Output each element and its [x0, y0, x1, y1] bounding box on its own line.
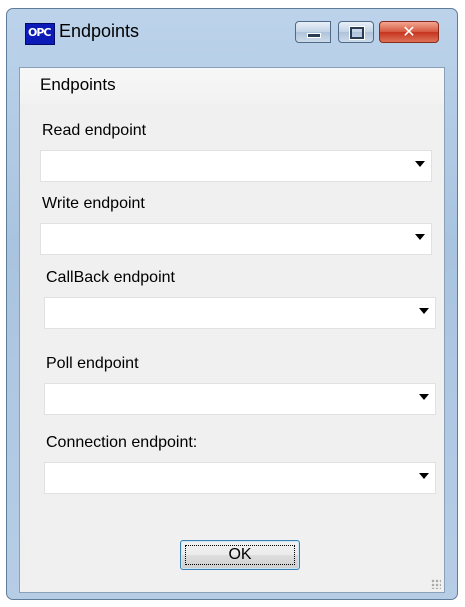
poll-endpoint-label: Poll endpoint: [46, 355, 139, 372]
read-endpoint-combobox[interactable]: [40, 150, 432, 182]
focus-rectangle: [185, 545, 295, 565]
read-endpoint-label: Read endpoint: [42, 122, 147, 139]
write-endpoint-label: Write endpoint: [42, 195, 145, 212]
callback-endpoint-combobox[interactable]: [44, 297, 436, 329]
close-button[interactable]: ✕: [379, 21, 439, 43]
chevron-down-icon[interactable]: [419, 308, 429, 314]
section-header: Endpoints: [20, 68, 444, 104]
title-bar[interactable]: OPC Endpoints ✕: [7, 9, 457, 67]
chevron-down-icon[interactable]: [419, 394, 429, 400]
callback-endpoint-label: CallBack endpoint: [46, 269, 175, 286]
write-endpoint-combobox[interactable]: [40, 223, 432, 255]
chevron-down-icon[interactable]: [415, 161, 425, 167]
minimize-button[interactable]: [295, 21, 331, 43]
chevron-down-icon[interactable]: [419, 473, 429, 479]
maximize-icon: [349, 26, 365, 40]
minimize-icon: [307, 33, 321, 38]
window-title: Endpoints: [59, 21, 140, 41]
poll-endpoint-combobox[interactable]: [44, 383, 436, 415]
close-icon: ✕: [402, 22, 416, 41]
dialog-client-area: Endpoints Read endpoint Write endpoint C…: [19, 67, 445, 593]
section-title: Endpoints: [40, 75, 116, 94]
app-icon: OPC: [25, 23, 55, 45]
ok-button[interactable]: OK: [180, 540, 300, 570]
maximize-button[interactable]: [338, 21, 374, 43]
connection-endpoint-combobox[interactable]: [44, 462, 436, 494]
connection-endpoint-label: Connection endpoint:: [46, 434, 198, 451]
app-icon-text: OPC: [28, 26, 51, 39]
endpoints-dialog: OPC Endpoints ✕ Endpoints Read endpoint …: [6, 8, 458, 600]
resize-grip-icon[interactable]: [431, 579, 441, 589]
chevron-down-icon[interactable]: [415, 234, 425, 240]
